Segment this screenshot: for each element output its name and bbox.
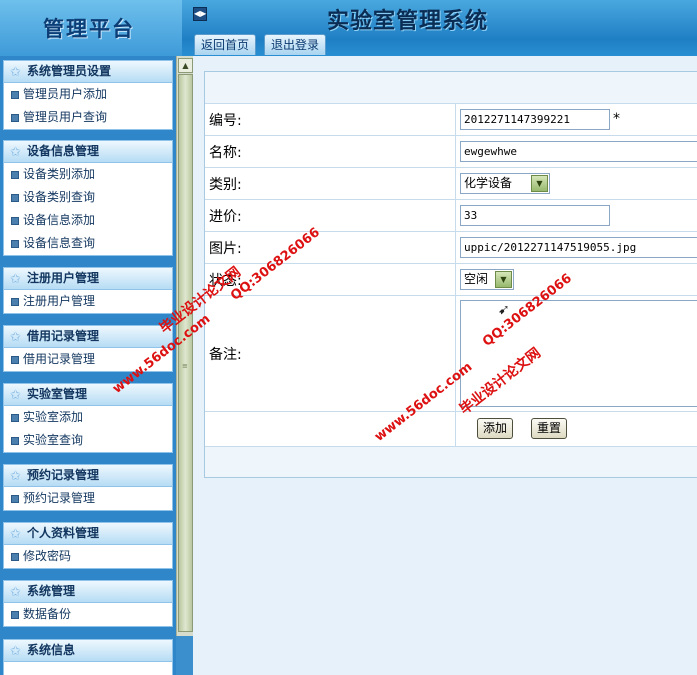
sidebar-group-equipment: ✩ 设备信息管理 设备类别添加 设备类别查询 设备信息添加 设备信息查询 [3,140,173,256]
system-title: 实验室管理系统 [327,8,489,34]
code-input[interactable]: 2012271147399221 [460,109,610,130]
notes-textarea[interactable] [460,300,697,407]
scroll-thumb[interactable]: ≡ [178,74,193,632]
scroll-up-icon[interactable]: ▲ [178,58,193,73]
sidebar-group-sysinfo: ✩ 系统信息 [3,639,173,675]
sidebar-item-lab-query[interactable]: 实验室查询 [4,429,172,452]
status-select[interactable]: 空闲 ▼ [460,269,514,290]
sidebar-group-users: ✩ 注册用户管理 注册用户管理 [3,267,173,314]
bullet-icon [11,298,19,306]
logo: 管理平台 [43,16,135,41]
form-row-status: 状态: 空闲 ▼ [205,264,697,296]
sidebar-group-header[interactable]: ✩ 设备信息管理 [4,141,172,163]
form-footer-row [205,447,697,477]
price-label: 进价: [209,209,242,225]
bullet-icon [11,171,19,179]
mouse-cursor-icon: ➹ [498,302,510,318]
sidebar: ✩ 系统管理员设置 管理员用户添加 管理员用户查询 ✩ 设备信息管理 设备类别添加 … [0,56,176,675]
bullet-icon [11,414,19,422]
star-icon: ✩ [10,527,21,542]
bullet-icon [11,240,19,248]
required-mark: * [613,111,620,127]
form-row-category: 类别: 化学设备 ▼ [205,168,697,200]
sidebar-item-change-password[interactable]: 修改密码 [4,545,172,568]
price-input[interactable]: 33 [460,205,610,226]
star-icon: ✩ [10,330,21,345]
sidebar-item-equipment-query[interactable]: 设备信息查询 [4,232,172,255]
image-input[interactable]: uppic/2012271147519055.jpg [460,237,697,258]
sidebar-group-profile: ✩ 个人资料管理 修改密码 [3,522,173,569]
form-row-image: 图片: uppic/2012271147519055.jpg [205,232,697,264]
equipment-form: 编号: 2012271147399221 * 名称: ewgewhwe 类别: … [204,71,697,478]
sidebar-item-admin-add[interactable]: 管理员用户添加 [4,83,172,106]
tab-home[interactable]: 返回首页 [194,34,257,55]
star-icon: ✩ [10,585,21,600]
sidebar-item-user-manage[interactable]: 注册用户管理 [4,290,172,313]
sidebar-item-equipment-add[interactable]: 设备信息添加 [4,209,172,232]
star-icon: ✩ [10,388,21,403]
bullet-icon [11,356,19,364]
main-content: 编号: 2012271147399221 * 名称: ewgewhwe 类别: … [193,56,697,675]
sidebar-item-lab-add[interactable]: 实验室添加 [4,406,172,429]
bullet-icon [11,611,19,619]
tab-logout[interactable]: 退出登录 [264,34,327,55]
bullet-icon [11,553,19,561]
sidebar-group-lab: ✩ 实验室管理 实验室添加 实验室查询 [3,383,173,453]
sidebar-toggle-icon[interactable]: ◀▶ [193,7,207,21]
category-label: 类别: [209,177,242,193]
chevron-down-icon[interactable]: ▼ [495,271,512,288]
bullet-icon [11,91,19,99]
sidebar-group-header[interactable]: ✩ 借用记录管理 [4,326,172,348]
sidebar-group-header[interactable]: ✩ 系统管理 [4,581,172,603]
sidebar-item-data-backup[interactable]: 数据备份 [4,603,172,626]
sidebar-item-category-add[interactable]: 设备类别添加 [4,163,172,186]
star-icon: ✩ [10,272,21,287]
sidebar-group-header[interactable]: ✩ 实验室管理 [4,384,172,406]
notes-label: 备注: [209,347,242,363]
bullet-icon [11,437,19,445]
sidebar-bottom-strip [176,636,193,675]
sidebar-scrollbar[interactable]: ▲ ≡ [176,56,193,636]
sidebar-item-borrow-manage[interactable]: 借用记录管理 [4,348,172,371]
star-icon: ✩ [10,469,21,484]
image-label: 图片: [209,241,242,257]
sidebar-group-header[interactable]: ✩ 系统信息 [4,640,172,662]
top-banner: 管理平台 ◀▶ 实验室管理系统 返回首页 退出登录 [0,0,697,56]
star-icon: ✩ [10,65,21,80]
form-row-actions: 添加 重置 [205,412,697,447]
name-label: 名称: [209,145,242,161]
chevron-down-icon[interactable]: ▼ [531,175,548,192]
form-row-price: 进价: 33 [205,200,697,232]
status-label: 状态: [209,273,242,289]
form-header-row [205,72,697,104]
sidebar-item-category-query[interactable]: 设备类别查询 [4,186,172,209]
category-select[interactable]: 化学设备 ▼ [460,173,550,194]
bullet-icon [11,114,19,122]
sidebar-group-admin: ✩ 系统管理员设置 管理员用户添加 管理员用户查询 [3,60,173,130]
sidebar-group-borrow: ✩ 借用记录管理 借用记录管理 [3,325,173,372]
sidebar-item-reservation-manage[interactable]: 预约记录管理 [4,487,172,510]
reset-button[interactable]: 重置 [531,418,568,439]
form-row-notes: 备注: ➹ [205,296,697,412]
bullet-icon [11,217,19,225]
bullet-icon [11,194,19,202]
sidebar-group-header[interactable]: ✩ 预约记录管理 [4,465,172,487]
grip-icon: ≡ [182,362,188,370]
sidebar-group-reservation: ✩ 预约记录管理 预约记录管理 [3,464,173,511]
star-icon: ✩ [10,644,21,659]
logo-area: 管理平台 [0,0,182,56]
star-icon: ✩ [10,145,21,160]
sidebar-group-system: ✩ 系统管理 数据备份 [3,580,173,627]
sidebar-item-admin-query[interactable]: 管理员用户查询 [4,106,172,129]
sidebar-group-header[interactable]: ✩ 注册用户管理 [4,268,172,290]
add-button[interactable]: 添加 [477,418,514,439]
form-row-code: 编号: 2012271147399221 * [205,104,697,136]
form-row-name: 名称: ewgewhwe [205,136,697,168]
code-label: 编号: [209,113,242,129]
sidebar-group-header[interactable]: ✩ 系统管理员设置 [4,61,172,83]
bullet-icon [11,495,19,503]
sidebar-group-header[interactable]: ✩ 个人资料管理 [4,523,172,545]
name-input[interactable]: ewgewhwe [460,141,697,162]
